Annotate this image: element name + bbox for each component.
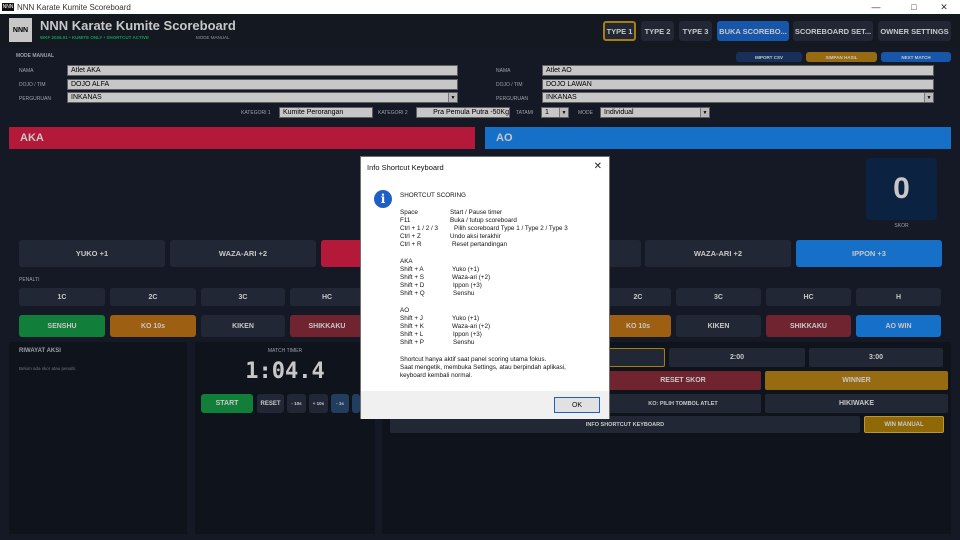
shortcut-desc: Senshu [453, 290, 475, 297]
shortcut-key: Shift + J [400, 315, 423, 322]
shortcut-desc: Waza-ari (+2) [452, 323, 491, 330]
dialog-title: Info Shortcut Keyboard [367, 163, 444, 172]
dialog-note: keyboard kembali normal. [400, 372, 473, 379]
shortcut-desc: Yuko (+1) [452, 266, 480, 273]
shortcut-key: Shift + Q [400, 290, 425, 297]
aka-shortcut-heading: AKA [400, 258, 413, 265]
ao-shortcut-heading: AO [400, 307, 410, 314]
ok-button[interactable]: OK [554, 397, 600, 413]
window-title: NNN Karate Kumite Scoreboard [17, 2, 131, 12]
shortcut-key: F11 [400, 217, 411, 224]
shortcut-key: Shift + D [400, 282, 425, 289]
close-icon[interactable]: ✕ [594, 161, 602, 172]
info-icon: i [374, 190, 392, 208]
shortcut-desc: Pilih scoreboard Type 1 / Type 2 / Type … [454, 225, 568, 232]
dialog-note: Shortcut hanya aktif saat panel scoring … [400, 356, 547, 363]
shortcut-desc: Yuko (+1) [452, 315, 480, 322]
shortcut-dialog: Info Shortcut Keyboard ✕ i SHORTCUT SCOR… [360, 156, 610, 419]
shortcut-key: Ctrl + R [400, 241, 422, 248]
shortcut-desc: Reset pertandingan [452, 241, 507, 248]
shortcut-desc: Undo aksi terakhir [450, 233, 501, 240]
title-bar: NNN NNN Karate Kumite Scoreboard — □ ✕ [0, 0, 960, 14]
shortcut-key: Shift + A [400, 266, 424, 273]
close-icon[interactable]: ✕ [930, 0, 958, 14]
shortcut-key: Shift + L [400, 331, 424, 338]
shortcut-desc: Ippon (+3) [453, 282, 482, 289]
maximize-icon[interactable]: □ [900, 0, 928, 14]
shortcut-desc: Waza-ari (+2) [452, 274, 491, 281]
shortcut-key: Ctrl + Z [400, 233, 421, 240]
dialog-note: Saat mengetik, membuka Settings, atau be… [400, 364, 566, 371]
dialog-heading: SHORTCUT SCORING [400, 192, 466, 199]
shortcut-desc: Ippon (+3) [453, 331, 482, 338]
shortcut-key: Shift + P [400, 339, 424, 346]
app-window: NNN NNN Karate Kumite Scoreboard — □ ✕ N… [0, 0, 960, 540]
shortcut-key: Ctrl + 1 / 2 / 3 [400, 225, 438, 232]
shortcut-desc: Senshu [453, 339, 475, 346]
app-icon: NNN [2, 3, 14, 11]
shortcut-desc: Start / Pause timer [450, 209, 503, 216]
shortcut-key: Shift + S [400, 274, 424, 281]
shortcut-key: Space [400, 209, 418, 216]
shortcut-key: Shift + K [400, 323, 424, 330]
shortcut-desc: Buka / tutup scoreboard [450, 217, 517, 224]
minimize-icon[interactable]: — [862, 0, 890, 14]
